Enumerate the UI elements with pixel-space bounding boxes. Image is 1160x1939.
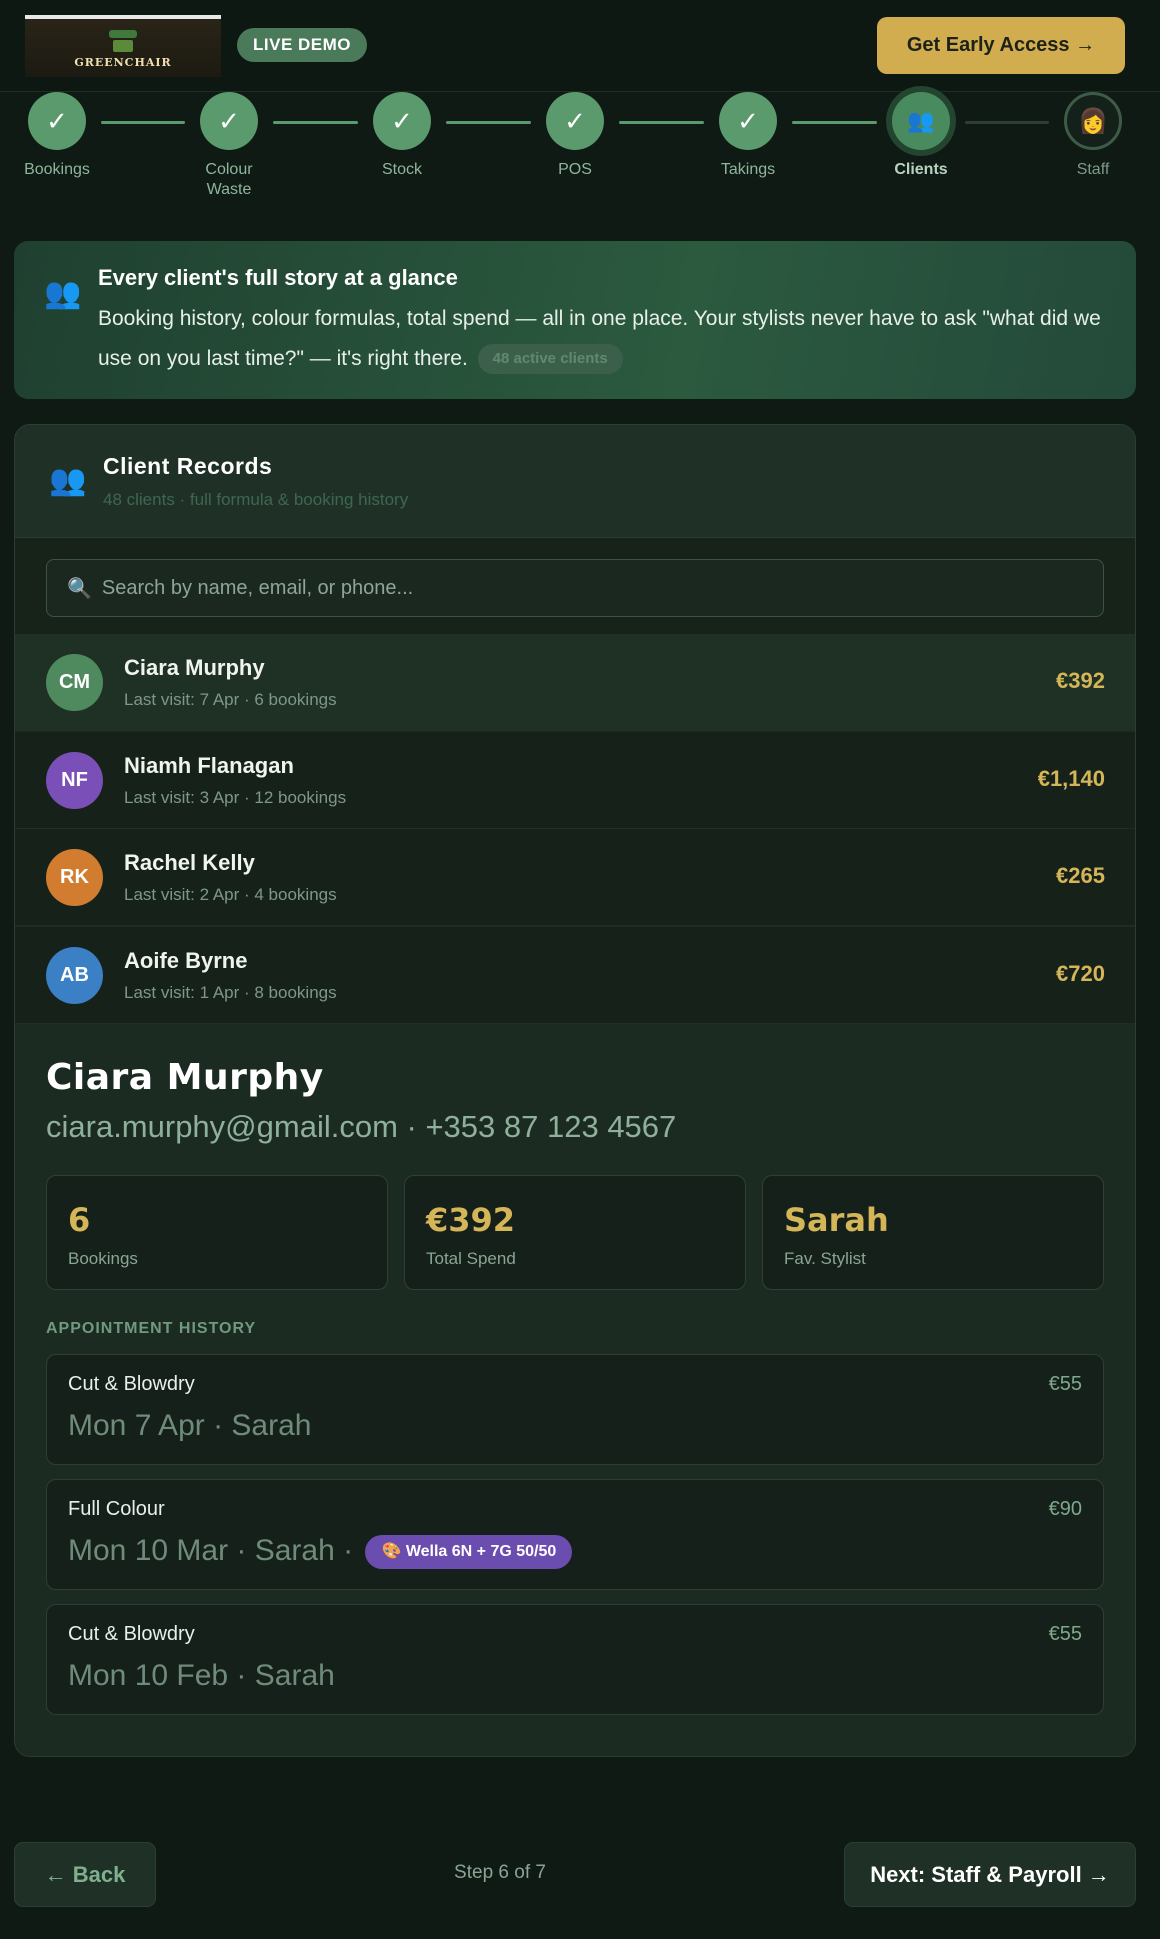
detail-client-name: Ciara Murphy [46,1057,324,1098]
client-row[interactable]: CM Ciara Murphy Last visit: 7 Apr · 6 book… [15,634,1135,731]
appointment-price: €55 [1048,1623,1082,1645]
appointment-history-title: APPOINTMENT HISTORY [46,1320,257,1337]
top-bar: GREENCHAIR LIVE DEMO Get Early Access → [0,0,1160,92]
client-meta: Last visit: 3 Apr · 12 bookings [124,787,347,807]
colour-formula-chip: 🎨 Wella 6N + 7G 50/50 [365,1535,573,1570]
step-staff[interactable]: 👩 Staff [1033,92,1153,180]
client-spend: €392 [1056,668,1105,693]
person-icon: 👩 [1064,92,1122,150]
client-meta: Last visit: 1 Apr · 8 bookings [124,982,337,1002]
step-label: Bookings [24,161,90,178]
people-icon: 👥 [892,92,950,150]
stat-label: Bookings [68,1249,138,1268]
greenchair-logo[interactable]: GREENCHAIR [25,15,221,77]
people-icon: 👥 [44,277,82,310]
stat-value: 6 [68,1201,91,1239]
appointment-item[interactable]: Cut & Blowdry €55 Mon 7 Apr · Sarah [46,1354,1104,1465]
step-stock[interactable]: ✓ Stock [342,92,462,180]
client-name: Rachel Kelly [124,850,255,875]
stat-label: Fav. Stylist [784,1249,866,1268]
client-name: Ciara Murphy [124,655,265,680]
checkmark-icon: ✓ [719,92,777,150]
client-spend: €265 [1056,863,1105,888]
detail-contact: ciara.murphy@gmail.com · +353 87 123 456… [46,1109,677,1144]
step-takings[interactable]: ✓ Takings [688,92,808,180]
back-button[interactable]: ← Back [14,1842,156,1907]
avatar: RK [46,849,103,906]
card-subtitle: 48 clients · full formula & booking hist… [103,490,409,509]
card-header: 👥 Client Records 48 clients · full formu… [15,425,1135,538]
appointment-item[interactable]: Full Colour €90 Mon 10 Mar · Sarah · 🎨 W… [46,1479,1104,1590]
search-icon: 🔍 [67,577,92,600]
stat-value: Sarah [784,1201,889,1239]
client-spend: €720 [1056,960,1105,986]
search-area: 🔍 [15,538,1135,634]
checkmark-icon: ✓ [546,92,604,150]
appointment-when: Mon 10 Feb · Sarah [68,1659,335,1692]
avatar: NF [46,751,103,809]
step-label: Colour Waste [205,161,253,198]
avatar: CM [46,654,103,711]
active-clients-pill: 48 active clients [477,344,623,375]
next-staff-payroll-button[interactable]: Next: Staff & Payroll → [844,1842,1136,1907]
avatar: AB [46,946,103,1004]
get-early-access-button[interactable]: Get Early Access → [877,17,1125,74]
stat-bookings: 6 Bookings [46,1175,388,1290]
step-label: Stock [381,161,422,178]
step-pos[interactable]: ✓ POS [515,92,635,180]
appointment-price: €90 [1048,1498,1082,1520]
step-label: Clients [894,161,948,178]
client-name: Aoife Byrne [124,947,248,973]
client-row[interactable]: AB Aoife Byrne Last visit: 1 Apr · 8 booki… [15,926,1135,1024]
client-detail: Ciara Murphy ciara.murphy@gmail.com · +3… [15,1024,1135,1756]
chair-logo-icon [103,28,143,54]
step-clients[interactable]: 👥 Clients [861,92,981,180]
logo-text: GREENCHAIR [74,55,172,69]
stat-total-spend: €392 Total Spend [404,1175,746,1290]
client-search-input[interactable] [101,576,1052,600]
appointment-when: Mon 10 Mar · Sarah · [68,1534,354,1567]
step-label: Takings [720,161,776,178]
step-colour-waste[interactable]: ✓ Colour Waste [169,92,289,200]
stat-fav-stylist: Sarah Fav. Stylist [762,1175,1104,1290]
checkmark-icon: ✓ [28,92,86,150]
client-name: Niamh Flanagan [124,752,294,778]
step-counter: Step 6 of 7 [454,1862,546,1883]
step-bookings[interactable]: ✓ Bookings [0,92,117,180]
progress-stepper: ✓ Bookings ✓ Colour Waste ✓ Stock ✓ POS ✓ Takings… [0,92,1160,212]
banner-body: Booking history, colour formulas, total … [98,299,1118,379]
banner-title: Every client's full story at a glance [98,265,458,290]
checkmark-icon: ✓ [373,92,431,150]
client-spend: €1,140 [1037,765,1105,791]
step-label: Staff [1076,161,1110,178]
stat-label: Total Spend [426,1249,516,1268]
stat-value: €392 [426,1201,516,1239]
client-meta: Last visit: 2 Apr · 4 bookings [124,885,337,904]
step-label: POS [558,161,592,178]
appointment-price: €55 [1048,1373,1082,1395]
live-demo-badge: LIVE DEMO [237,28,368,62]
people-icon: 👥 [49,464,87,497]
checkmark-icon: ✓ [200,92,258,150]
appointment-when-row: Mon 10 Mar · Sarah · 🎨 Wella 6N + 7G 50/… [68,1534,573,1570]
client-meta: Last visit: 7 Apr · 6 bookings [124,690,337,709]
appointment-service: Cut & Blowdry [68,1373,195,1395]
client-row[interactable]: RK Rachel Kelly Last visit: 2 Apr · 4 book… [15,829,1135,926]
appointment-service: Full Colour [68,1498,165,1520]
info-banner: 👥 Every client's full story at a glance … [14,241,1136,399]
appointment-when: Mon 7 Apr · Sarah [68,1409,312,1442]
appointment-service: Cut & Blowdry [68,1623,195,1645]
appointment-item[interactable]: Cut & Blowdry €55 Mon 10 Feb · Sarah [46,1604,1104,1715]
client-row[interactable]: NF Niamh Flanagan Last visit: 3 Apr · 12 b… [15,731,1135,829]
search-box[interactable]: 🔍 [46,559,1104,617]
client-records-card: 👥 Client Records 48 clients · full formu… [14,424,1136,1757]
card-title: Client Records [103,453,273,479]
